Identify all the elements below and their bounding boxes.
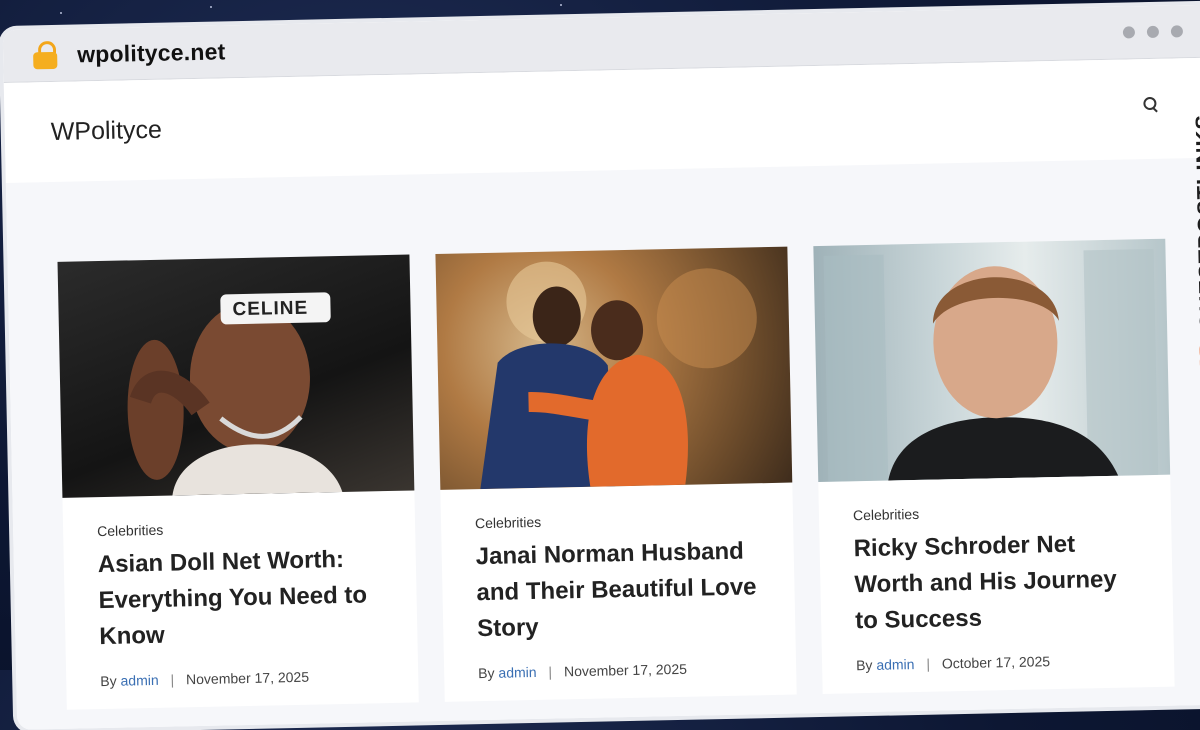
window-controls xyxy=(1122,25,1184,39)
post-thumbnail[interactable]: CELINE xyxy=(57,254,415,498)
image-headband-text: CELINE xyxy=(232,297,309,321)
post-date: October 17, 2025 xyxy=(941,653,1051,672)
post-grid: CELINE Celebrities Asian Doll Net Worth:… xyxy=(57,238,1175,710)
window-dot[interactable] xyxy=(1146,25,1160,39)
search-icon[interactable] xyxy=(1143,96,1158,113)
meta-separator: | xyxy=(170,671,175,688)
window-dot[interactable] xyxy=(1122,26,1136,39)
post-meta: By admin | November 17, 2025 xyxy=(478,659,762,681)
browser-frame: wpolityce.net WPolityce CELINE Celebriti… xyxy=(2,4,1200,730)
post-title[interactable]: Asian Doll Net Worth: Everything You Nee… xyxy=(97,541,383,655)
post-card[interactable]: Celebrities Ricky Schroder Net Worth and… xyxy=(813,238,1175,694)
meta-separator: | xyxy=(926,655,931,672)
page-content: WPolityce CELINE Celebrities Asian Doll … xyxy=(3,57,1200,730)
post-category[interactable]: Celebrities xyxy=(475,509,759,531)
browser-window: wpolityce.net WPolityce CELINE Celebriti… xyxy=(2,0,1200,730)
post-card[interactable]: Celebrities Janai Norman Husband and The… xyxy=(435,246,797,702)
lock-icon xyxy=(33,40,60,70)
post-thumbnail[interactable] xyxy=(435,246,793,490)
post-category[interactable]: Celebrities xyxy=(97,517,381,539)
post-category[interactable]: Celebrities xyxy=(853,501,1137,523)
url-text[interactable]: wpolityce.net xyxy=(77,38,226,68)
window-dot[interactable] xyxy=(1170,25,1184,38)
post-date: November 17, 2025 xyxy=(185,668,310,688)
guestpostlinks-badge: GUESTPOSTLINKS xyxy=(1181,113,1200,414)
post-thumbnail[interactable] xyxy=(813,238,1171,483)
site-title[interactable]: WPolityce xyxy=(50,116,162,147)
post-date: November 17, 2025 xyxy=(563,660,688,680)
meta-separator: | xyxy=(548,663,553,680)
author-link[interactable]: admin xyxy=(120,672,158,689)
author-link[interactable]: admin xyxy=(498,664,536,681)
side-brand-text: GUESTPOSTLINKS xyxy=(1190,113,1200,330)
post-title[interactable]: Ricky Schroder Net Worth and His Journey… xyxy=(853,525,1139,639)
post-meta: By admin | November 17, 2025 xyxy=(100,667,384,689)
by-label: By xyxy=(855,656,873,674)
by-label: By xyxy=(100,672,117,690)
author-link[interactable]: admin xyxy=(876,656,914,673)
post-title[interactable]: Janai Norman Husband and Their Beautiful… xyxy=(475,533,761,647)
post-card[interactable]: CELINE Celebrities Asian Doll Net Worth:… xyxy=(57,254,419,710)
by-label: By xyxy=(478,664,495,682)
